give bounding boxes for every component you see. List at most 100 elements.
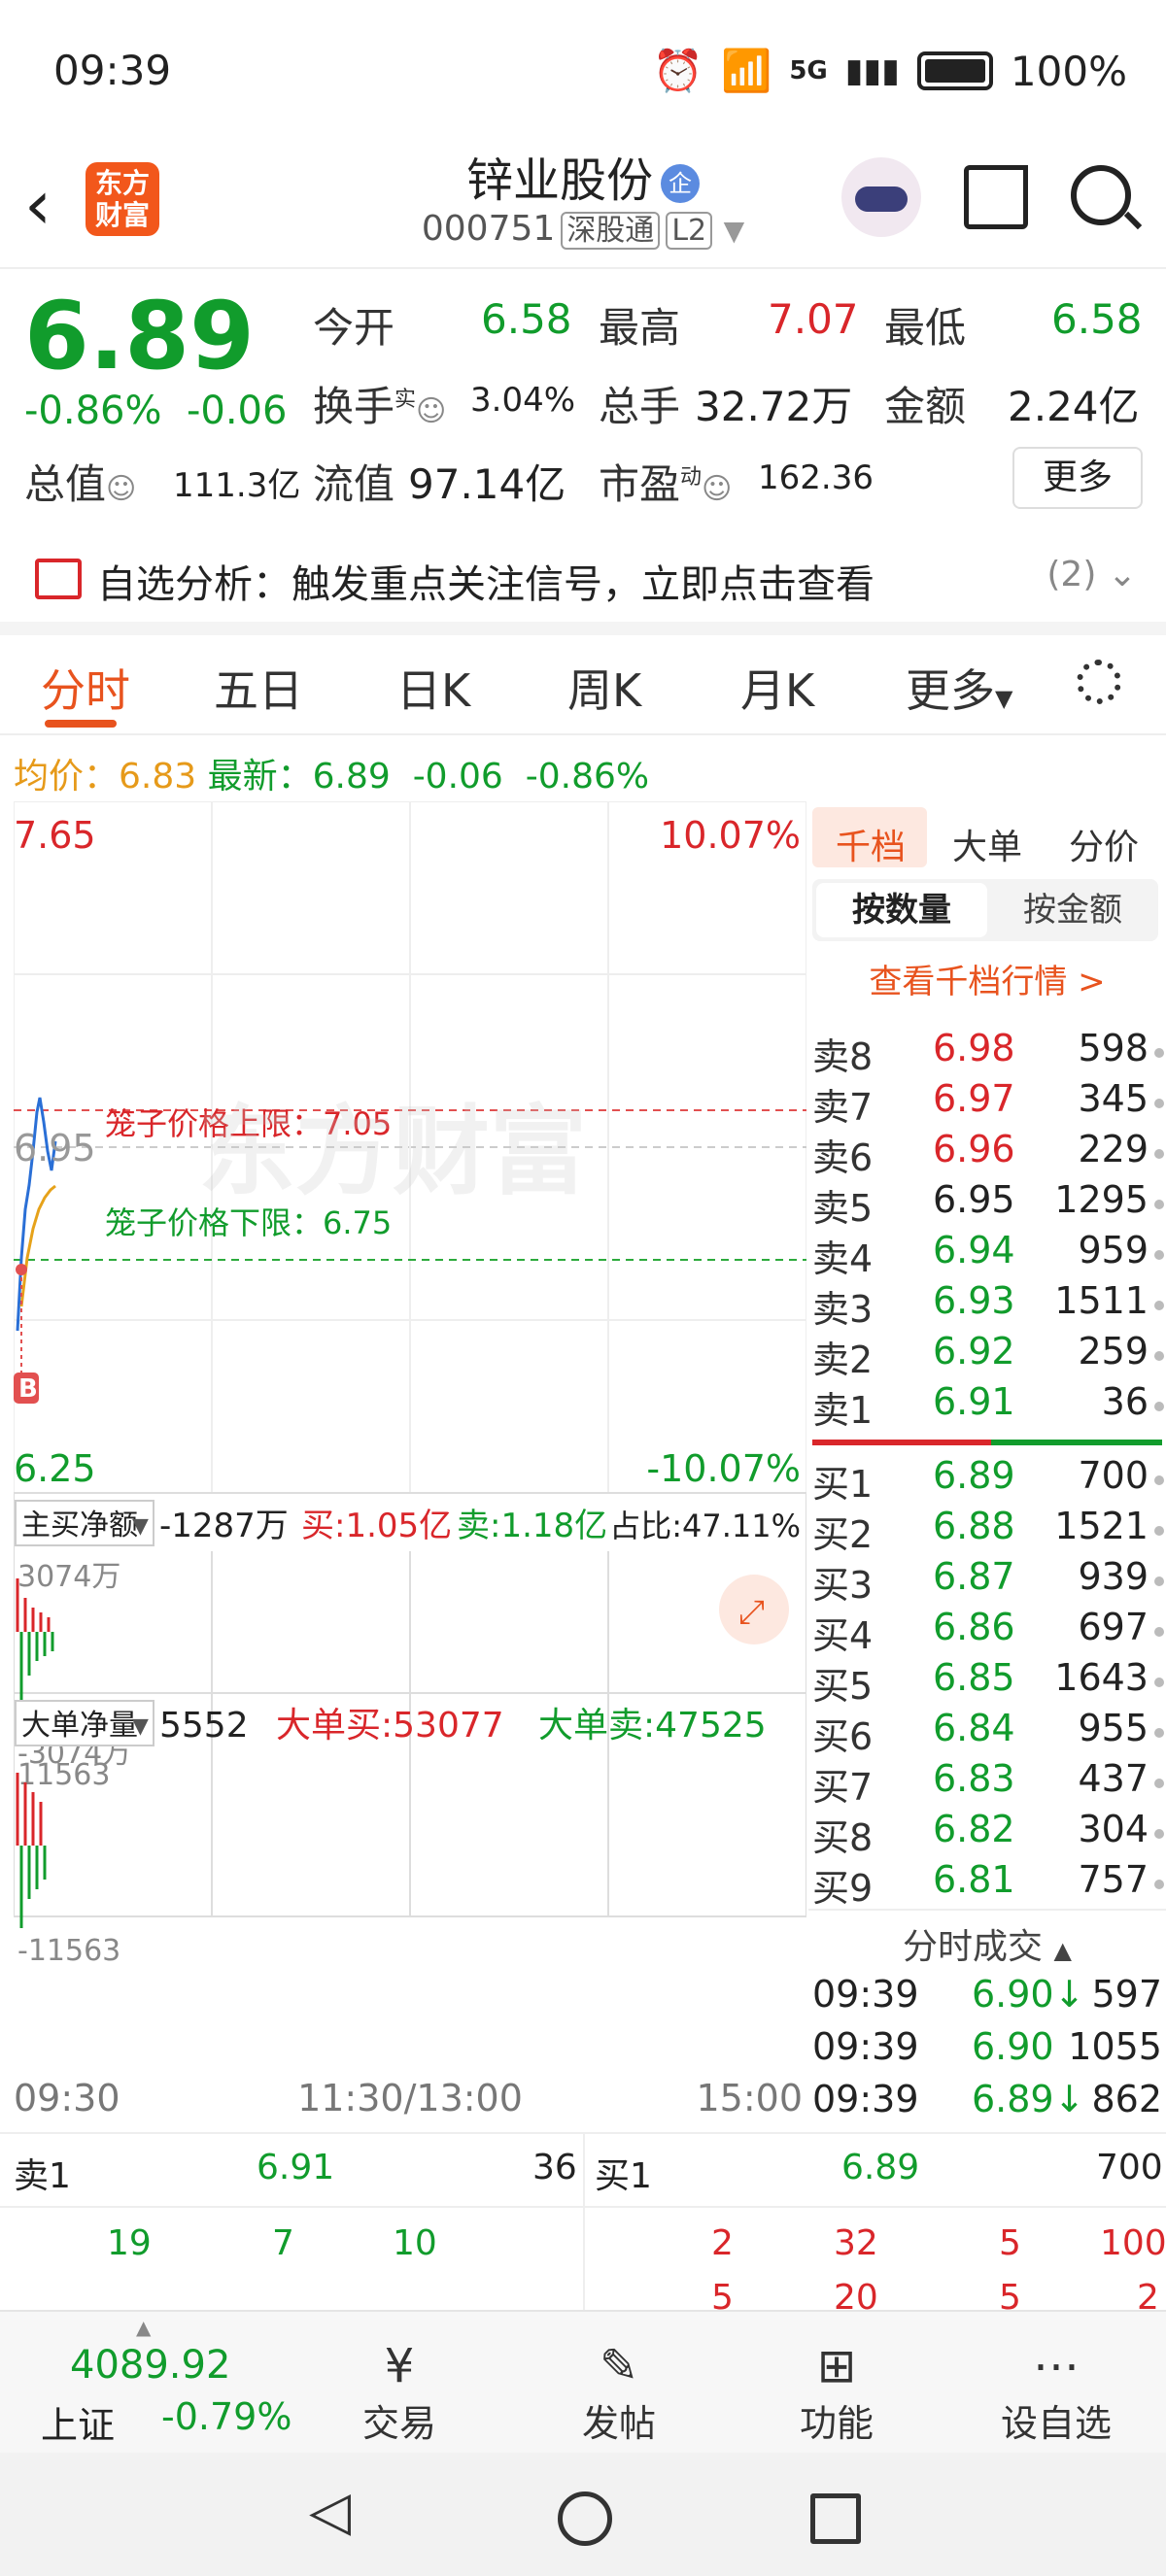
bid-label: 买3 (812, 1564, 874, 1607)
bid-row[interactable]: 买8 6.82 304 (808, 1808, 1166, 1859)
network-label: 5G (789, 56, 828, 85)
turnover-sup: 实 (394, 388, 417, 412)
ob-tab-big-order[interactable]: 大单 (952, 819, 1022, 869)
bid-row[interactable]: 买7 6.83 437 (808, 1757, 1166, 1809)
tab-daily-k[interactable]: 日K (396, 656, 470, 720)
analysis-count: (2) ⌄ (1046, 555, 1137, 594)
ask-row[interactable]: 卖3 6.93 1511 (808, 1279, 1166, 1331)
change-abs: -0.06 (186, 389, 288, 433)
bq-bid-detail-1a: 2 (711, 2223, 734, 2263)
trade-volume: 597 (1091, 1973, 1162, 2016)
tab-weekly-k[interactable]: 周K (567, 656, 641, 720)
ask-row[interactable]: 卖7 6.97 345 (808, 1077, 1166, 1129)
tab-monthly-k[interactable]: 月K (740, 656, 814, 720)
latest-label: 最新： (207, 757, 313, 797)
recents-icon[interactable] (810, 2493, 861, 2544)
indicator-dot (1154, 1351, 1164, 1361)
home-icon[interactable] (558, 2491, 612, 2546)
bq-bid-price: 6.89 (841, 2148, 920, 2187)
index-name[interactable]: 上证 (41, 2395, 115, 2449)
info-icon[interactable]: ☺ (416, 394, 446, 428)
big-order-buy: 大单买:53077 (276, 1706, 504, 1746)
dropdown-icon[interactable]: ▼ (724, 215, 745, 247)
bid-row[interactable]: 买5 6.85 1643 (808, 1656, 1166, 1708)
ask-volume: 345 (1078, 1077, 1149, 1120)
flow-ratio: 占比:47.11% (609, 1508, 801, 1544)
share-icon[interactable] (964, 165, 1028, 229)
trade-price: 6.89↓ (972, 2078, 1085, 2120)
bid-row[interactable]: 买3 6.87 939 (808, 1555, 1166, 1607)
indicator-dot (1154, 1250, 1164, 1260)
bid-row[interactable]: 买6 6.84 955 (808, 1707, 1166, 1758)
more-button[interactable]: 更多 (1012, 447, 1143, 509)
trade-row: 09:39 6.90 1055 (808, 2025, 1166, 2076)
float-cap-label: 流值 (313, 460, 395, 508)
search-icon[interactable] (1071, 165, 1131, 225)
tab-intraday[interactable]: 分时 (41, 656, 130, 720)
index-pct[interactable]: -0.79% (161, 2395, 292, 2438)
order-book: 千档 大单 分价 按数量 按金额 查看千档行情 > 卖8 6.98 598 卖7 6.9… (808, 801, 1166, 2137)
price-change: -0.86% -0.06 (24, 389, 287, 433)
nav-function[interactable]: ⊞ 功能 (764, 2339, 909, 2447)
info-icon[interactable]: ☺ (702, 472, 732, 506)
volume-value: 32.72万 (695, 383, 853, 430)
intraday-chart[interactable]: B 7.65 10.07% 6.95 6.25 -10.07% 笼子价格上限：7… (14, 801, 806, 2132)
info-icon[interactable]: ☺ (106, 472, 136, 506)
indicator-dot (1154, 1678, 1164, 1687)
back-triangle-icon[interactable]: ◁ (309, 2480, 351, 2543)
nav-trade[interactable]: ¥ 交易 (326, 2339, 472, 2447)
time-end: 15:00 (696, 2077, 803, 2119)
index-value[interactable]: 4089.92 (70, 2343, 230, 2388)
tab-five-day[interactable]: 五日 (214, 656, 303, 720)
nav-post[interactable]: ✎ 发帖 (546, 2339, 692, 2447)
bq-bid-vol: 700 (1096, 2148, 1163, 2187)
tab-more[interactable]: 更多▼ (906, 656, 1012, 720)
bid-price: 6.85 (933, 1656, 1015, 1699)
ask-row[interactable]: 卖8 6.98 598 (808, 1027, 1166, 1078)
pe-value: 162.36 (758, 458, 874, 497)
nav-add-watchlist[interactable]: ⋯ 设自选 (983, 2339, 1129, 2447)
ask-label: 卖3 (812, 1288, 874, 1331)
bid-ratio-bar (991, 1440, 1162, 1445)
ask-row[interactable]: 卖1 6.91 36 (808, 1380, 1166, 1432)
expand-icon: ⤢ (738, 1593, 765, 1632)
bid-row[interactable]: 买1 6.89 700 (808, 1454, 1166, 1506)
ask-label: 卖1 (812, 1389, 874, 1432)
caret-up-icon: ▲ (136, 2316, 152, 2339)
ask-row[interactable]: 卖6 6.96 229 (808, 1128, 1166, 1179)
ask-row[interactable]: 卖2 6.92 259 (808, 1330, 1166, 1381)
latest-value: 6.89 (312, 757, 391, 797)
open-value: 6.58 (481, 295, 572, 343)
ask-row[interactable]: 卖5 6.95 1295 (808, 1178, 1166, 1230)
ob-subtab-amount[interactable]: 按金额 (989, 883, 1156, 937)
gear-icon[interactable] (1077, 660, 1121, 704)
trade-price: 6.90 (972, 2025, 1054, 2068)
ob-tab-thousand[interactable]: 千档 (836, 819, 906, 869)
b-marker-text: B (18, 1374, 38, 1404)
ob-subtab-quantity[interactable]: 按数量 (816, 883, 987, 937)
ask-row[interactable]: 卖4 6.94 959 (808, 1229, 1166, 1280)
ask-volume: 259 (1078, 1330, 1149, 1373)
enterprise-badge: 企 (661, 164, 700, 203)
bid-volume: 939 (1078, 1555, 1149, 1598)
bid-label: 买8 (812, 1816, 874, 1859)
amount-label: 金额 (884, 383, 967, 430)
bid-price: 6.89 (933, 1454, 1015, 1497)
avg-price-row: 均价：6.83 最新：6.89 -0.06 -0.86% (14, 748, 649, 798)
ob-tab-price[interactable]: 分价 (1069, 819, 1139, 869)
avg-label: 均价： (14, 757, 120, 797)
trades-toggle[interactable]: 分时成交 ▲ (808, 1918, 1166, 1969)
lower-limit-label: 笼子价格下限：6.75 (105, 1204, 392, 1241)
bid-volume: 700 (1078, 1454, 1149, 1497)
assistant-avatar[interactable] (841, 157, 921, 237)
bid-row[interactable]: 买2 6.88 1521 (808, 1505, 1166, 1556)
bid-row[interactable]: 买9 6.81 757 (808, 1858, 1166, 1910)
bid-row[interactable]: 买4 6.86 697 (808, 1606, 1166, 1657)
alarm-icon: ⏰ (652, 47, 704, 94)
bid-label: 买5 (812, 1665, 874, 1708)
system-nav-bar: ◁ (0, 2453, 1166, 2576)
axis-bottom-price: 6.25 (14, 1447, 96, 1490)
analysis-banner[interactable]: 自选分析：触发重点关注信号，立即点击查看 (2) ⌄ (0, 539, 1166, 622)
thousand-quote-link[interactable]: 查看千档行情 > (808, 955, 1166, 1002)
ask-price: 6.92 (933, 1330, 1015, 1373)
